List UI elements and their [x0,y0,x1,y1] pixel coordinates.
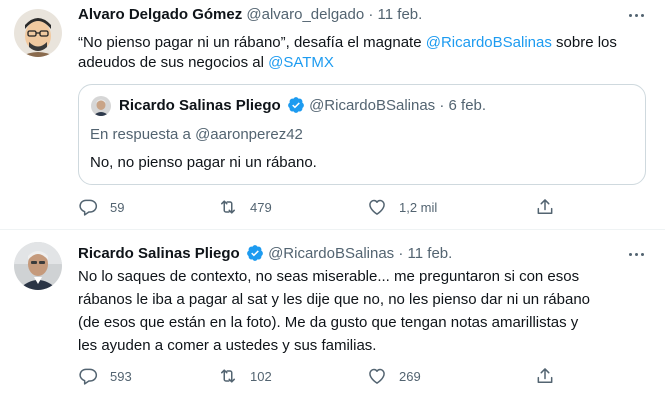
more-icon[interactable] [625,4,647,26]
share-button[interactable] [535,197,555,217]
tweet-alvaro[interactable]: Alvaro Delgado Gómez @alvaro_delgado · 1… [0,0,665,230]
reply-icon [79,199,98,216]
reply-to-handle[interactable]: @aaronperez42 [195,126,303,143]
author-name[interactable]: Alvaro Delgado Gómez [78,6,242,23]
tweet-text-part: “No pienso pagar ni un rábano”, desafía … [78,34,426,51]
tweet-ricardo[interactable]: Ricardo Salinas Pliego @RicardoBSalinas … [0,230,665,400]
verified-badge-icon [287,96,305,120]
author-handle[interactable]: @RicardoBSalinas [268,245,394,262]
like-count: 1,2 mil [399,199,438,215]
like-button[interactable]: 1,2 mil [367,197,437,217]
retweet-button[interactable]: 479 [218,197,272,217]
reply-button[interactable]: 59 [78,197,124,217]
quoted-header: Ricardo Salinas Pliego @RicardoBSalinas … [119,96,486,120]
tweet-header: Ricardo Salinas Pliego @RicardoBSalinas … [78,244,452,268]
tweet-date[interactable]: 11 feb. [408,245,453,262]
share-button[interactable] [535,366,555,386]
quoted-tweet[interactable]: Ricardo Salinas Pliego @RicardoBSalinas … [78,84,646,185]
mention-link[interactable]: @RicardoBSalinas [426,34,552,51]
like-button[interactable]: 269 [367,366,421,386]
tweet-text-line: rábanos le iba a pagar al sat y les dije… [78,291,591,308]
avatar-ricardo-small[interactable] [91,96,111,116]
quoted-text: No, no pienso pagar ni un rábano. [90,154,317,171]
quoted-author-name[interactable]: Ricardo Salinas Pliego [119,97,281,114]
reply-button[interactable]: 593 [78,366,132,386]
separator-dot: · [368,6,374,23]
avatar-ricardo[interactable] [14,242,62,290]
retweet-count: 479 [250,199,272,215]
share-icon [537,368,553,383]
tweet-text-line: les ayuden a comer a ustedes y sus famil… [78,337,377,354]
tweet-text: “No pienso pagar ni un rábano”, desafía … [78,33,648,73]
reply-count: 593 [110,368,132,384]
tweet-text-line: (de esos que están en la foto). Me da gu… [78,314,579,331]
tweet-header: Alvaro Delgado Gómez @alvaro_delgado · 1… [78,5,422,25]
retweet-icon [221,369,235,383]
quoted-author-handle[interactable]: @RicardoBSalinas [309,97,435,114]
separator-dot: · [398,245,404,262]
retweet-icon [221,200,235,214]
share-icon [537,199,553,214]
reply-icon [79,368,98,385]
tweet-date[interactable]: 11 feb. [378,6,423,23]
tweet-text: No lo saques de contexto, no seas misera… [78,267,658,356]
reply-context: En respuesta a @aaronperez42 [90,125,303,145]
like-icon [369,368,385,384]
author-name[interactable]: Ricardo Salinas Pliego [78,245,240,262]
like-count: 269 [399,368,421,384]
separator-dot: · [439,97,445,114]
verified-badge-icon [246,244,264,268]
retweet-button[interactable]: 102 [218,366,272,386]
reply-count: 59 [110,199,125,215]
more-icon[interactable] [625,243,647,265]
author-handle[interactable]: @alvaro_delgado [246,6,364,23]
reply-prefix: En respuesta a [90,126,196,143]
quoted-date[interactable]: 6 feb. [449,97,487,114]
mention-link[interactable]: @SATMX [268,54,334,71]
avatar-alvaro[interactable] [14,9,62,57]
retweet-count: 102 [250,368,272,384]
tweet-text-line: No lo saques de contexto, no seas misera… [78,268,580,285]
like-icon [369,199,385,215]
